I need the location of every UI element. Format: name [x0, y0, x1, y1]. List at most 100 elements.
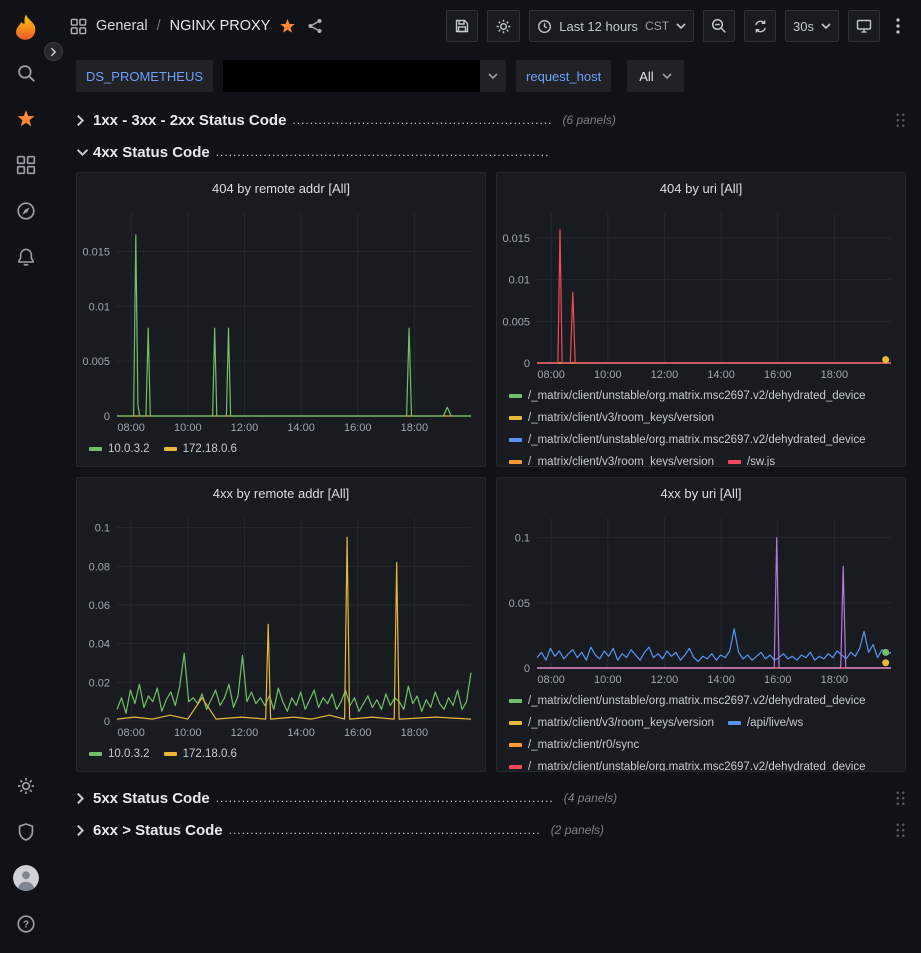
legend-item[interactable]: /_matrix/client/unstable/org.matrix.msc2… [509, 385, 866, 407]
row-5xx[interactable]: 5xx Status Code ........................… [76, 784, 906, 812]
svg-text:12:00: 12:00 [231, 422, 259, 434]
time-range-picker[interactable]: Last 12 hours CST [529, 10, 694, 42]
legend-label: /_matrix/client/v3/room_keys/version [528, 456, 714, 467]
chevron-right-icon [76, 792, 93, 805]
gear-icon [495, 18, 512, 35]
favorite-star-icon[interactable] [279, 18, 296, 35]
legend-label: /_matrix/client/v3/room_keys/version [528, 717, 714, 729]
alerting-bell-icon[interactable] [4, 234, 48, 280]
chevron-right-icon [76, 824, 93, 837]
legend-item[interactable]: /sw.js [728, 451, 775, 467]
chevron-down-icon [821, 23, 831, 29]
chevron-down-icon [76, 148, 93, 157]
variable-label-ds-prometheus: DS_PROMETHEUS [76, 60, 213, 92]
row-1xx-3xx-2xx[interactable]: 1xx - 3xx - 2xx Status Code ............… [76, 106, 906, 134]
legend-swatch [509, 743, 522, 747]
time-range-label: Last 12 hours [559, 19, 638, 34]
search-icon[interactable] [4, 50, 48, 96]
legend-item[interactable]: 172.18.0.6 [164, 743, 237, 765]
explore-compass-icon[interactable] [4, 188, 48, 234]
panel-title[interactable]: 4xx by remote addr [All] [77, 478, 485, 508]
legend-swatch [509, 394, 522, 398]
legend-label: 10.0.3.2 [108, 443, 150, 455]
svg-text:12:00: 12:00 [651, 369, 679, 381]
legend-swatch [89, 447, 102, 451]
legend-label: /api/live/ws [747, 717, 803, 729]
svg-text:0: 0 [104, 716, 110, 728]
svg-text:0.04: 0.04 [89, 639, 110, 651]
legend-label: /_matrix/client/unstable/org.matrix.msc2… [528, 695, 866, 707]
panel-title[interactable]: 4xx by uri [All] [497, 478, 905, 508]
variable-select-request-host[interactable]: All [627, 60, 683, 92]
legend-label: /_matrix/client/unstable/org.matrix.msc2… [528, 390, 866, 402]
timezone-label: CST [645, 19, 669, 33]
row-6xx[interactable]: 6xx > Status Code ......................… [76, 816, 906, 844]
row-drag-handle[interactable] [895, 822, 906, 839]
grafana-logo[interactable] [9, 12, 43, 46]
refresh-button[interactable] [744, 10, 776, 42]
panel-4xx-by-remote-addr: 4xx by remote addr [All] 00.020.040.060.… [76, 477, 486, 772]
legend-item[interactable]: /_matrix/client/v3/room_keys/version [509, 712, 714, 734]
svg-text:08:00: 08:00 [117, 422, 145, 434]
variables-bar: DS_PROMETHEUS request_host All [52, 52, 921, 98]
panel-chart[interactable]: 00.020.040.060.080.108:0010:0012:0014:00… [77, 508, 485, 741]
variable-select-ds-prometheus[interactable] [223, 60, 506, 92]
starred-dashboards-icon[interactable] [4, 96, 48, 142]
svg-text:08:00: 08:00 [537, 674, 565, 686]
panel-chart[interactable]: 00.0050.010.01508:0010:0012:0014:0016:00… [497, 203, 905, 383]
row-drag-handle[interactable] [895, 112, 906, 129]
zoom-out-button[interactable] [703, 10, 735, 42]
legend-item[interactable]: /api/live/ws [728, 712, 803, 734]
legend-swatch [509, 699, 522, 703]
variable-value-request-host: All [639, 69, 653, 84]
legend-item[interactable]: /_matrix/client/unstable/org.matrix.msc2… [509, 429, 866, 451]
panel-title[interactable]: 404 by uri [All] [497, 173, 905, 203]
panel-chart[interactable]: 00.050.108:0010:0012:0014:0016:0018:00 [497, 508, 905, 688]
legend-item[interactable]: 10.0.3.2 [89, 438, 150, 460]
settings-gear-icon[interactable] [4, 763, 48, 809]
tv-kiosk-button[interactable] [848, 10, 880, 42]
legend-swatch [164, 752, 177, 756]
panel-title[interactable]: 404 by remote addr [All] [77, 173, 485, 203]
svg-text:16:00: 16:00 [344, 727, 372, 739]
share-icon[interactable] [307, 18, 323, 34]
legend-item[interactable]: 172.18.0.6 [164, 438, 237, 460]
svg-text:0: 0 [524, 663, 530, 675]
legend-item[interactable]: /_matrix/client/unstable/org.matrix.msc2… [509, 690, 866, 712]
svg-text:14:00: 14:00 [707, 674, 735, 686]
dashboard-settings-button[interactable] [487, 10, 520, 42]
legend-item[interactable]: /_matrix/client/r0/sync [509, 734, 639, 756]
user-avatar[interactable] [4, 855, 48, 901]
legend-item[interactable]: /_matrix/client/v3/room_keys/version [509, 407, 714, 429]
svg-text:0.06: 0.06 [89, 600, 110, 612]
legend-item[interactable]: /_matrix/client/unstable/org.matrix.msc2… [509, 756, 866, 772]
dashboards-icon[interactable] [4, 142, 48, 188]
refresh-interval-picker[interactable]: 30s [785, 10, 839, 42]
legend-swatch [509, 438, 522, 442]
row-4xx[interactable]: 4xx Status Code ........................… [76, 138, 906, 166]
kebab-icon [896, 18, 900, 34]
row-drag-handle[interactable] [895, 790, 906, 807]
save-dashboard-button[interactable] [446, 10, 478, 42]
help-icon[interactable]: ? [4, 901, 48, 947]
panel-404-by-remote-addr: 404 by remote addr [All] 00.0050.010.015… [76, 172, 486, 467]
main-area: General / NGINX PROXY [52, 0, 921, 953]
sidebar-expand-button[interactable] [44, 42, 63, 61]
legend-label: /_matrix/client/v3/room_keys/version [528, 412, 714, 424]
legend-item[interactable]: 10.0.3.2 [89, 743, 150, 765]
svg-text:18:00: 18:00 [401, 727, 429, 739]
kebab-menu-button[interactable] [889, 10, 907, 42]
server-admin-shield-icon[interactable] [4, 809, 48, 855]
svg-text:0.015: 0.015 [82, 246, 110, 258]
panel-404-by-uri: 404 by uri [All] 00.0050.010.01508:0010:… [496, 172, 906, 467]
breadcrumb-section[interactable]: General [96, 18, 148, 34]
row-dots: ........................................… [216, 145, 550, 159]
legend-label: /_matrix/client/r0/sync [528, 739, 639, 751]
svg-text:16:00: 16:00 [764, 369, 792, 381]
panel-chart[interactable]: 00.0050.010.01508:0010:0012:0014:0016:00… [77, 203, 485, 436]
panel-legend: /_matrix/client/unstable/org.matrix.msc2… [497, 383, 905, 467]
legend-item[interactable]: /_matrix/client/v3/room_keys/version [509, 451, 714, 467]
legend-swatch [164, 447, 177, 451]
legend-label: /_matrix/client/unstable/org.matrix.msc2… [528, 761, 866, 772]
row-title: 4xx Status Code [93, 144, 210, 161]
